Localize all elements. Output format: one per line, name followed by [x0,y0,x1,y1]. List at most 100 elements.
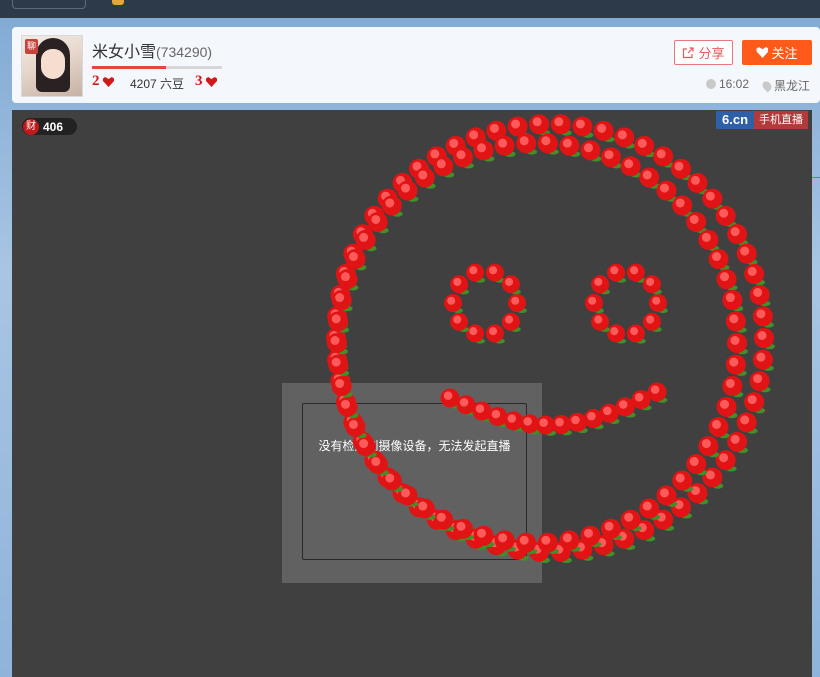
rose [580,140,602,162]
rose [642,275,662,295]
rose [698,229,720,252]
rose [686,211,708,234]
streamer-name[interactable]: 米女小雪(734290) [92,38,212,62]
rose [736,243,758,265]
level-progress-fill [92,66,167,69]
rose [653,146,675,168]
rose [591,275,611,295]
rose [485,263,505,283]
rose [634,135,656,158]
rose [620,509,642,532]
rose [744,263,766,286]
rose [516,133,538,155]
rose [752,306,774,328]
rose [672,470,694,492]
streamer-name-text: 米女小雪 [92,44,157,61]
avatar[interactable]: 聊 [21,35,83,97]
rose [649,294,668,314]
rose [572,116,594,138]
rose [708,416,730,439]
rose [686,454,708,476]
rose [749,371,771,393]
rose [672,195,694,217]
heart-icon [206,77,217,87]
rose [736,412,758,434]
rose [656,485,678,507]
rose [444,294,463,314]
rose [702,188,724,210]
beans-count: 4207 六豆 [130,77,185,91]
location-pin-icon [760,79,774,92]
location-text: 黑龙江 [774,79,811,93]
follow-button[interactable]: 关注 [742,40,812,65]
live-video-stage[interactable]: 财 406 6.cn 手机直播 没有检测到摄像设备，无法发起直播 [12,110,812,677]
rose [727,333,748,355]
streamer-info-card: 聊 米女小雪(734290) 2 4207 六豆 3 分享 关注 16:02 黑… [12,27,820,103]
location-info: 黑龙江 [760,77,811,94]
rose [485,324,505,344]
rose [656,180,678,202]
follow-label: 关注 [771,46,798,61]
rose [593,120,615,143]
rose [452,147,474,169]
rose [716,269,738,291]
rose [381,195,403,217]
rose [715,205,737,228]
rose [355,436,377,458]
rose [450,312,470,332]
rose [466,263,486,283]
rose [494,135,516,157]
rose-smiley-effect [326,114,775,564]
rose [722,290,744,312]
top-navigation-bar [0,0,820,18]
rose [607,324,627,344]
share-button[interactable]: 分享 [674,40,733,65]
top-nav-icon[interactable] [112,0,124,5]
rose [473,140,495,162]
heart-icon [756,47,769,58]
rose [601,147,623,169]
rose [397,180,419,202]
rose [716,396,738,419]
streamer-id: (734290) [156,44,213,60]
rose [501,312,521,332]
rose [501,275,521,295]
rose [725,311,747,333]
level-row: 2 4207 六豆 3 [92,73,292,91]
level-progress-bar [92,66,222,69]
rose [639,498,661,520]
rose [450,275,470,295]
rose [585,294,604,314]
rose [687,172,709,195]
rose [345,416,367,439]
level-current: 2 [92,73,100,89]
rose [414,167,436,189]
rose [727,224,749,246]
level-next: 3 [195,73,203,89]
rose [744,392,766,414]
rose [722,375,744,398]
rose [639,167,661,189]
rose [614,127,636,149]
side-divider [812,177,820,178]
rose [698,436,720,458]
heart-icon [103,77,114,87]
rose [725,354,747,376]
clock-icon [706,79,716,89]
avatar-stamp: 聊 [25,39,38,54]
rose [433,156,455,178]
rose [670,158,692,181]
top-nav-button[interactable] [12,0,86,9]
rose [466,324,486,344]
rose [537,133,559,155]
rose [642,312,662,332]
rose [607,263,627,283]
rose [626,263,646,283]
rose [687,483,709,505]
avatar-face [41,49,65,79]
rose [508,294,527,314]
time-info: 16:02 [706,77,749,91]
share-label: 分享 [698,46,725,61]
rose [754,328,775,350]
rose [752,349,774,371]
